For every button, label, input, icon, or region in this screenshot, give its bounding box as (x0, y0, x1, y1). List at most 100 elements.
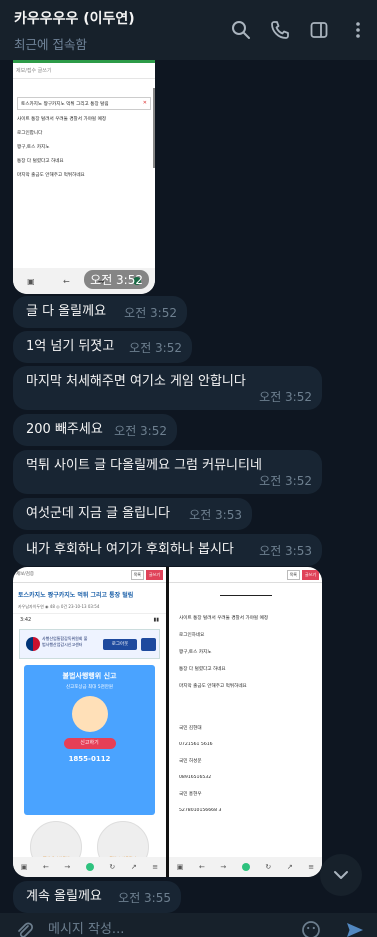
mock-line: 마지막 출금도 안해주고 먹튀하네요 (17, 173, 85, 178)
message-input[interactable]: 메시지 작성... (48, 913, 289, 937)
message-bubble[interactable]: 계속 올릴께요 오전 3:55 (13, 881, 181, 913)
shot-report-phone: 1855-0112 (68, 755, 111, 763)
shot-back-icon: ← (42, 863, 49, 871)
shot-login-button: 로그아웃 (103, 639, 137, 650)
mock-subject-field: 토스카지노 짱구카지노 먹튀 그리고 통장 털림 ✕ (17, 97, 151, 110)
screenshot-left: 제보/검증 목록 글쓰기 토스카지노 짱구카지노 먹튀 그리고 통장 털림 카우… (13, 567, 166, 877)
message-time: 오전 3:52 (84, 270, 149, 289)
shot-report-sub: 신고포상금 최대 5천만원 (65, 685, 114, 690)
shot-n-icon: ▣ (176, 863, 184, 871)
message-bubble[interactable]: 1억 넘기 뒤졋고 오전 3:52 (13, 331, 192, 363)
message-composer: 메시지 작성... (0, 913, 377, 937)
message-time: 오전 3:52 (259, 474, 312, 489)
shot-account: 5278010156668 3 (179, 808, 222, 813)
shot-home-icon (85, 863, 94, 871)
mock-line: 짱구,토스 카지노 (17, 145, 50, 150)
shot-refresh-icon: ↻ (109, 863, 116, 871)
chat-info[interactable]: 카우우우우 (이두연) 최근에 접속함 (14, 8, 221, 53)
message-time: 오전 3:53 (259, 544, 312, 559)
message-bubble[interactable]: 마지막 처세해주면 여기소 게임 안합니다 오전 3:52 (13, 366, 322, 410)
shot-topbar: 목록 글쓰기 (169, 567, 322, 583)
shot-account: 08916516532 (179, 775, 212, 780)
shot-line: 통장 다 털렸다고 하네요 (179, 667, 226, 672)
search-icon[interactable] (221, 10, 260, 50)
message-bubble[interactable]: 먹튀 사이트 글 다올릴께요 그럼 커뮤니티네 오전 3:52 (13, 450, 322, 494)
mock-page-title: 제보/접수 글쓰기 (13, 63, 155, 79)
shot-account: 국민 홍현우 (179, 792, 202, 797)
shot-org-name: 사행산업통합감독위원회 불법사행산업감시신고센터 (42, 636, 88, 647)
shot-body: 사이트 통장 털려서 우려둘 경찰서 가야될 예정 로그인하네요 짱구,토스 카… (169, 606, 322, 833)
message-text: 마지막 처세해주면 여기소 게임 안합니다 (26, 374, 246, 389)
shot-write-button: 글쓰기 (145, 570, 163, 580)
shot-menu-icon: ≡ (152, 863, 159, 871)
shot-divider (219, 595, 272, 596)
shot-line: 사이트 통장 털려서 우려둘 경찰서 가야될 예정 (179, 616, 269, 621)
emoji-icon[interactable] (289, 913, 333, 937)
mock-n-icon: ▣ (27, 276, 35, 286)
message-time: 오전 3:55 (118, 891, 171, 906)
shot-forward-icon: → (64, 863, 71, 871)
shot-status-bar: 3:42 ▮▮ (13, 614, 166, 626)
message-time: 오전 3:53 (189, 508, 242, 523)
mock-line: 통장 다 털렸다고 하네요 (17, 159, 64, 164)
shot-headline: 토스카지노 짱구카지노 먹튀 그리고 통장 털림 (18, 592, 134, 599)
more-icon[interactable] (338, 10, 377, 50)
message-time: 오전 3:52 (259, 390, 312, 405)
mock-close-icon: ✕ (142, 100, 147, 106)
shot-back-icon: ← (198, 863, 205, 871)
shot-list-button: 목록 (286, 570, 300, 580)
message-text: 계속 올릴께요 (26, 889, 102, 904)
shot-share-icon: ↗ (286, 863, 293, 871)
message-bubble[interactable]: 여섯군데 지금 글 올립니다 오전 3:53 (13, 498, 252, 530)
shot-topbar: 제보/검증 목록 글쓰기 (13, 567, 166, 583)
image-message[interactable]: 제보/검증 목록 글쓰기 토스카지노 짱구카지노 먹튀 그리고 통장 털림 카우… (13, 567, 322, 877)
shot-report-banner: 불법사행행위 신고 신고포상금 최대 5천만원 신고하기 1855-0112 (24, 665, 155, 815)
message-time: 오전 3:52 (124, 306, 177, 321)
shot-list-button: 목록 (130, 570, 144, 580)
mock-back-icon: ← (62, 276, 70, 286)
message-text: 1억 넘기 뒤졋고 (26, 339, 115, 354)
shot-topbar-title: 제보/검증 (16, 572, 35, 577)
shot-line: 로그인하네요 (179, 633, 205, 638)
message-time: 오전 3:52 (114, 424, 167, 439)
attach-icon[interactable] (0, 913, 48, 937)
shot-account: 국민 허성문 (179, 759, 202, 764)
sidebar-icon[interactable] (299, 10, 338, 50)
shot-home-icon (241, 863, 250, 871)
message-list[interactable]: 제보/접수 글쓰기 토스카지노 짱구카지노 먹튀 그리고 통장 털림 ✕ 사이트… (0, 60, 377, 913)
message-bubble[interactable]: 글 다 올릴께요 오전 3:52 (13, 296, 187, 328)
shot-report-button: 신고하기 (63, 738, 116, 749)
shot-write-button: 글쓰기 (301, 570, 319, 580)
shot-forward-icon: → (220, 863, 227, 871)
message-text: 글 다 올릴께요 (26, 304, 107, 319)
message-bubble[interactable]: 200 빼주세요 오전 3:52 (13, 414, 177, 446)
mock-body: 사이트 통장 털려서 우려둘 경찰서 가야될 예정 로그인합니다 짱구,토스 카… (13, 110, 155, 192)
shot-menu-icon: ≡ (308, 863, 315, 871)
chat-title: 카우우우우 (이두연) (14, 10, 135, 27)
image-message[interactable]: 제보/접수 글쓰기 토스카지노 짱구카지노 먹튀 그리고 통장 털림 ✕ 사이트… (13, 60, 155, 294)
shot-signal-icon: ▮▮ (153, 617, 159, 623)
message-bubble[interactable]: 내가 후회하나 여기가 후회하나 봅시다 오전 3:53 (13, 534, 322, 566)
shot-menu-icon (141, 638, 156, 651)
message-text: 내가 후회하나 여기가 후회하나 봅시다 (26, 542, 234, 557)
chat-status: 최근에 접속함 (14, 36, 87, 52)
shot-browser-nav: ▣ ← → ↻ ↗ ≡ (13, 857, 166, 877)
screenshot-right: 목록 글쓰기 사이트 통장 털려서 우려둘 경찰서 가야될 예정 로그인하네요 … (169, 567, 322, 877)
chat-header: 카우우우우 (이두연) 최근에 접속함 (0, 0, 377, 60)
mock-subject-text: 토스카지노 짱구카지노 먹튀 그리고 통장 털림 (21, 102, 109, 107)
mock-line: 로그인합니다 (17, 131, 43, 136)
shot-account: 0721561 5616 (179, 742, 213, 747)
shot-browser-nav: ▣ ← → ↻ ↗ ≡ (169, 857, 322, 877)
phone-icon[interactable] (260, 10, 299, 50)
message-time: 오전 3:52 (129, 341, 182, 356)
message-text: 200 빼주세요 (26, 422, 103, 437)
shot-banner: 사행산업통합감독위원회 불법사행산업감시신고센터 로그아웃 (19, 629, 160, 659)
shot-phone-time: 3:42 (20, 617, 32, 623)
shot-account: 국민 김현대 (179, 726, 202, 731)
mock-line: 사이트 통장 털려서 우려둘 경찰서 가야될 예정 (17, 117, 107, 122)
message-text: 먹튀 사이트 글 다올릴께요 그럼 커뮤니티네 (26, 458, 262, 473)
scroll-down-button[interactable] (320, 854, 362, 896)
hand-phone-icon (71, 696, 108, 732)
message-text: 여섯군데 지금 글 올립니다 (26, 506, 170, 521)
send-icon[interactable] (333, 913, 377, 937)
